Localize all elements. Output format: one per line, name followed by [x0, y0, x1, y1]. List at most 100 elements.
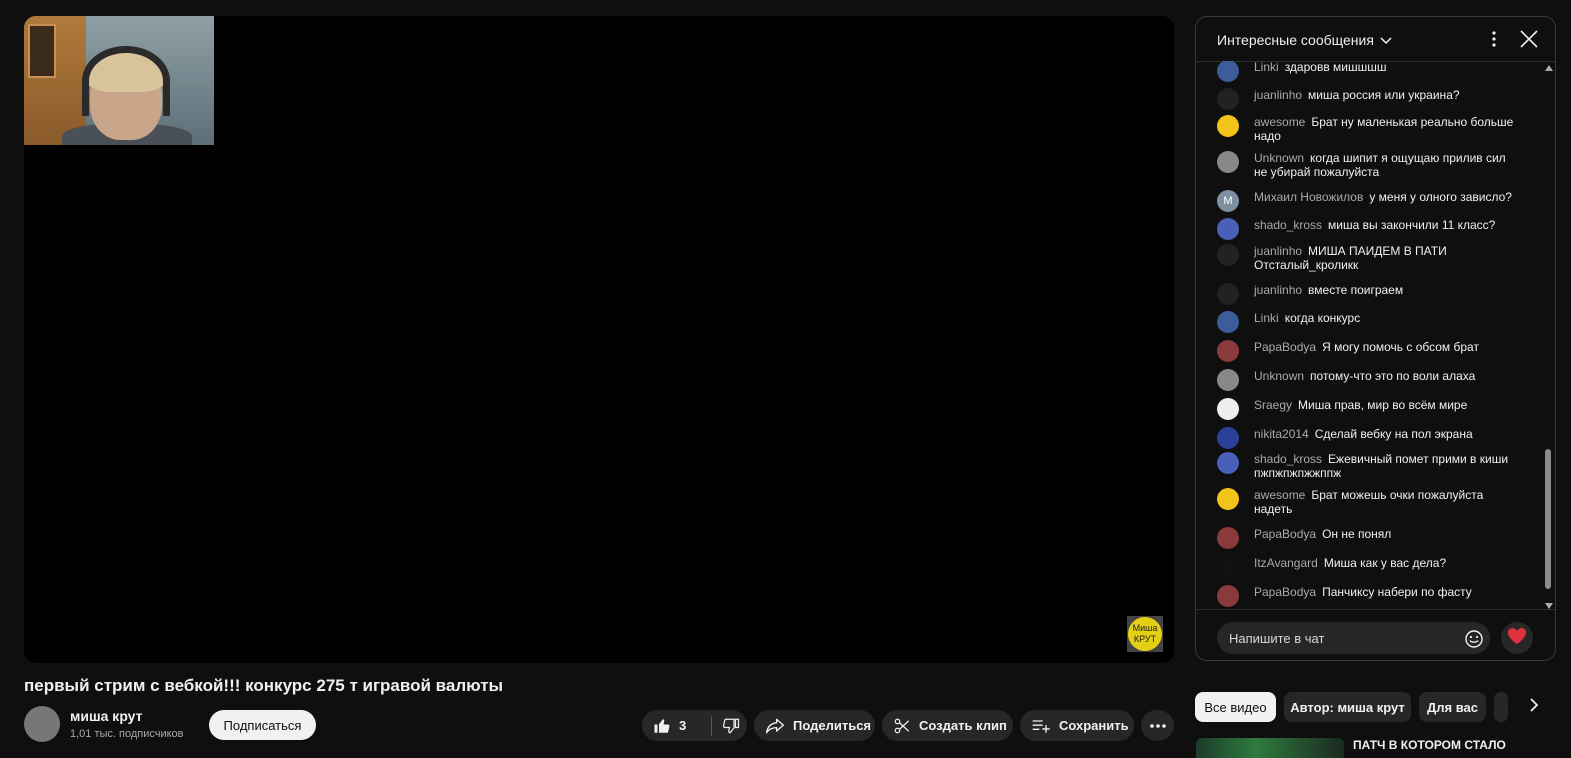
- message-text: миша россия или украина?: [1308, 88, 1460, 102]
- subscribe-button[interactable]: Подписаться: [209, 710, 316, 740]
- channel-name[interactable]: миша крут: [70, 708, 143, 724]
- chevron-right-icon: [1529, 697, 1539, 718]
- message-author[interactable]: Михаил Новожилов: [1254, 190, 1363, 204]
- chat-message: shado_kross Ежевичный помет прими в киши …: [1217, 452, 1517, 480]
- message-author[interactable]: PapaBodya: [1254, 585, 1316, 599]
- user-avatar[interactable]: [1217, 218, 1239, 240]
- share-button[interactable]: Поделиться: [754, 710, 875, 741]
- message-author[interactable]: juanlinho: [1254, 283, 1302, 297]
- dislike-button[interactable]: [712, 717, 740, 735]
- chip-for-you[interactable]: Для вас: [1419, 692, 1486, 722]
- chat-message: juanlinho МИША ПАИДЕМ В ПАТИ Отсталый_кро…: [1217, 244, 1517, 272]
- user-avatar[interactable]: [1217, 311, 1239, 333]
- message-text: Панчиксу набери по фасту: [1322, 585, 1472, 599]
- subscriber-count: 1,01 тыс. подписчиков: [70, 728, 184, 740]
- message-author[interactable]: Unknown: [1254, 369, 1304, 383]
- message-text: Миша прав, мир во всём мире: [1298, 398, 1468, 412]
- save-button[interactable]: Сохранить: [1020, 710, 1134, 741]
- message-text: Сделай вебку на пол экрана: [1314, 427, 1473, 441]
- channel-avatar[interactable]: [24, 706, 60, 742]
- user-avatar[interactable]: [1217, 340, 1239, 362]
- message-author[interactable]: ItzAvangard: [1254, 556, 1318, 570]
- chips-next-button[interactable]: [1521, 694, 1547, 720]
- user-avatar[interactable]: [1217, 369, 1239, 391]
- message-author[interactable]: Unknown: [1254, 151, 1304, 165]
- message-author[interactable]: Linki: [1254, 311, 1279, 325]
- message-author[interactable]: juanlinho: [1254, 244, 1302, 258]
- scissors-icon: [893, 717, 911, 735]
- chat-message: awesome Брат ну маленькая реально больше …: [1217, 115, 1517, 143]
- channel-watermark[interactable]: Миша КРУТ: [1127, 616, 1163, 652]
- chat-message: PapaBodya Я могу помочь с обсом брат: [1217, 340, 1517, 362]
- user-avatar[interactable]: [1217, 585, 1239, 607]
- message-author[interactable]: Sraegy: [1254, 398, 1292, 412]
- user-avatar[interactable]: [1217, 244, 1239, 266]
- chat-mode-dropdown[interactable]: Интересные сообщения: [1217, 32, 1392, 48]
- user-avatar[interactable]: [1217, 488, 1239, 510]
- user-avatar[interactable]: [1217, 398, 1239, 420]
- user-avatar[interactable]: [1217, 151, 1239, 173]
- chat-header: Интересные сообщения: [1196, 17, 1555, 62]
- message-author[interactable]: awesome: [1254, 115, 1305, 129]
- user-avatar[interactable]: [1217, 88, 1239, 110]
- scroll-up-arrow-icon[interactable]: [1545, 65, 1553, 71]
- close-chat-button[interactable]: [1520, 30, 1538, 53]
- chevron-down-icon: [1380, 32, 1392, 48]
- video-player[interactable]: Миша КРУТ: [24, 16, 1174, 663]
- watermark-logo: Миша КРУТ: [1128, 617, 1162, 651]
- message-author[interactable]: PapaBodya: [1254, 527, 1316, 541]
- emoji-icon[interactable]: [1464, 629, 1484, 654]
- chat-message: PapaBodya Он не понял: [1217, 527, 1517, 549]
- like-dislike-group: 3: [642, 710, 747, 741]
- message-author[interactable]: nikita2014: [1254, 427, 1309, 441]
- chip-more[interactable]: [1494, 692, 1508, 722]
- message-author[interactable]: juanlinho: [1254, 88, 1302, 102]
- message-author[interactable]: PapaBodya: [1254, 340, 1316, 354]
- chip-author[interactable]: Автор: миша крут: [1284, 692, 1411, 722]
- chip-all-videos[interactable]: Все видео: [1195, 692, 1276, 722]
- video-title: первый стрим с вебкой!!! конкурс 275 т и…: [24, 676, 504, 695]
- chat-message: Linki здаровв мишшшш: [1217, 61, 1517, 82]
- chat-message: juanlinho вместе поиграем: [1217, 283, 1517, 305]
- user-avatar[interactable]: [1217, 556, 1239, 578]
- watermark-line1: Миша: [1132, 623, 1158, 633]
- share-label: Поделиться: [793, 718, 872, 733]
- chat-message: juanlinho миша россия или украина?: [1217, 88, 1517, 110]
- more-actions-button[interactable]: [1141, 710, 1174, 741]
- playlist-add-icon: [1031, 717, 1051, 735]
- webcam-background-door: [24, 16, 86, 145]
- chat-input[interactable]: Напишите в чат: [1217, 622, 1490, 654]
- message-text: Он не понял: [1322, 527, 1392, 541]
- heart-reaction-button[interactable]: [1501, 622, 1533, 654]
- message-text: миша вы закончили 11 класс?: [1328, 218, 1496, 232]
- message-text: здаровв мишшшш: [1284, 61, 1387, 74]
- headphones-icon: [82, 46, 170, 116]
- message-author[interactable]: shado_kross: [1254, 452, 1322, 466]
- message-author[interactable]: Linki: [1254, 61, 1279, 74]
- user-avatar[interactable]: [1217, 283, 1239, 305]
- message-text: потому-что это по воли алаха: [1310, 369, 1476, 383]
- message-text: у меня у олного зависло?: [1369, 190, 1512, 204]
- user-avatar[interactable]: [1217, 61, 1239, 82]
- recommendation-thumbnail[interactable]: [1196, 738, 1344, 758]
- message-author[interactable]: shado_kross: [1254, 218, 1322, 232]
- message-text: Я могу помочь с обсом брат: [1322, 340, 1479, 354]
- user-avatar[interactable]: [1217, 427, 1239, 449]
- scroll-thumb[interactable]: [1545, 449, 1551, 589]
- chat-message: shado_kross миша вы закончили 11 класс?: [1217, 218, 1517, 240]
- user-avatar[interactable]: М: [1217, 190, 1239, 212]
- chat-message: nikita2014 Сделай вебку на пол экрана: [1217, 427, 1517, 449]
- user-avatar[interactable]: [1217, 115, 1239, 137]
- chat-title: Интересные сообщения: [1217, 32, 1374, 48]
- chat-menu-button[interactable]: [1485, 30, 1503, 53]
- chat-message-list[interactable]: Linki здаровв мишшшш juanlinho миша россия…: [1196, 61, 1555, 609]
- chat-footer: Напишите в чат: [1196, 609, 1555, 660]
- chat-scrollbar[interactable]: [1543, 65, 1553, 609]
- user-avatar[interactable]: [1217, 452, 1239, 474]
- user-avatar[interactable]: [1217, 527, 1239, 549]
- message-author[interactable]: awesome: [1254, 488, 1305, 502]
- create-clip-button[interactable]: Создать клип: [882, 710, 1013, 741]
- like-button[interactable]: 3: [642, 717, 711, 735]
- recommendation-title[interactable]: ПАТЧ В КОТОРОМ СТАЛО: [1353, 738, 1506, 752]
- message-text: вместе поиграем: [1308, 283, 1404, 297]
